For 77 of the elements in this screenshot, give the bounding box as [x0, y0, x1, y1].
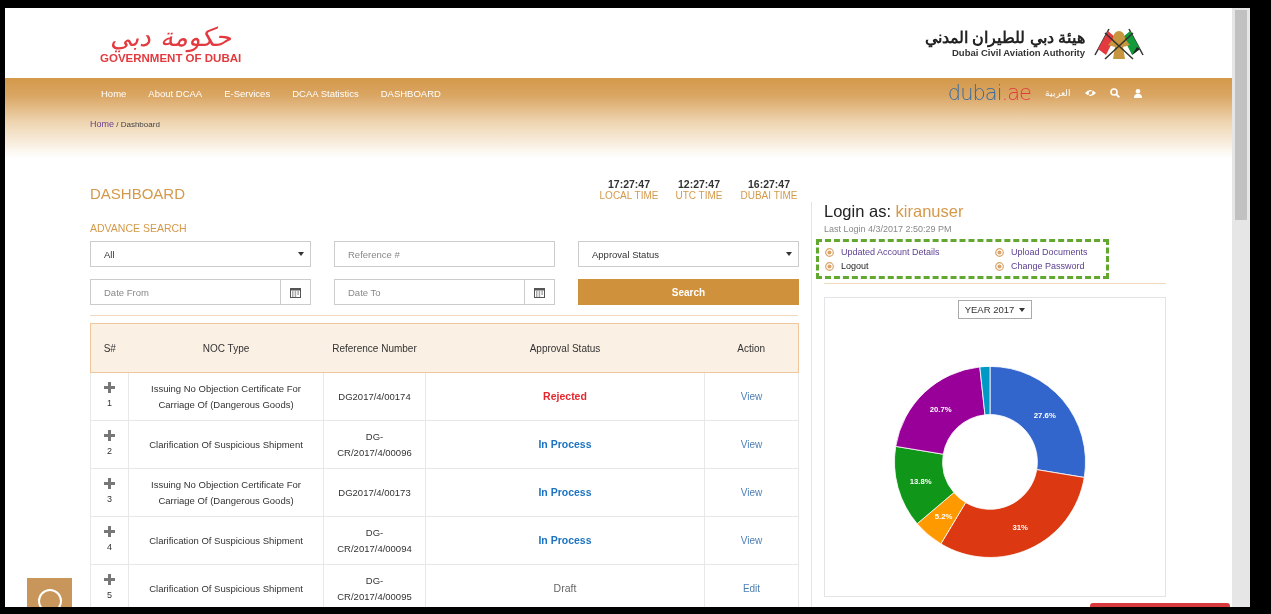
clock-time: 16:27:47: [748, 178, 790, 190]
chat-button[interactable]: [27, 578, 72, 607]
column-header: Action: [704, 323, 799, 373]
action-link[interactable]: View: [740, 486, 763, 498]
date-from-field[interactable]: Date From: [90, 279, 281, 305]
authority-name: Dubai Civil Aviation Authority: [952, 47, 1085, 58]
logo-text: GOVERNMENT OF DUBAI: [100, 52, 242, 64]
expand-icon[interactable]: [104, 430, 115, 441]
expand-icon[interactable]: [104, 574, 115, 585]
status-text: In Process: [538, 534, 592, 546]
expand-icon[interactable]: [104, 478, 115, 489]
action-link[interactable]: View: [740, 534, 763, 546]
approval-status-select[interactable]: Approval Status: [578, 241, 799, 267]
reference-field[interactable]: Reference #: [334, 241, 555, 267]
caret-icon: [786, 252, 792, 256]
action-link[interactable]: View: [740, 438, 763, 450]
table-cell: Clarification Of Suspicious Shipment: [128, 420, 324, 469]
chat-icon[interactable]: [36, 588, 63, 607]
clock-label: UTC TIME: [675, 190, 723, 201]
breadcrumb-link[interactable]: Home: [90, 119, 114, 129]
status-text: Rejected: [543, 390, 587, 402]
eye-icon[interactable]: [1085, 89, 1096, 97]
bullet-icon: [825, 247, 834, 257]
bullet-icon: [825, 261, 834, 271]
row-number: 2: [107, 445, 112, 458]
column-header: Reference Number: [323, 323, 426, 373]
table-cell: Clarification Of Suspicious Shipment: [128, 516, 324, 565]
status-text: In Process: [538, 438, 592, 450]
action-link[interactable]: View: [740, 390, 763, 402]
search-button[interactable]: Search: [578, 279, 799, 305]
user-icon[interactable]: [1134, 88, 1142, 98]
column-header: S#: [90, 323, 129, 373]
search-icon[interactable]: [1110, 88, 1120, 98]
clock-label: LOCAL TIME: [599, 190, 659, 201]
status-text: In Process: [538, 486, 592, 498]
bullet-icon: [995, 261, 1004, 271]
scrollbar-thumb[interactable]: [1235, 10, 1247, 220]
authority-arabic-name: هيئة دبي للطيران المدني: [924, 28, 1085, 47]
bullet-icon: [995, 247, 1004, 257]
account-link[interactable]: Change Password: [995, 261, 1105, 271]
row-number: 4: [107, 541, 112, 554]
caret-icon: [298, 252, 304, 256]
date-to-field[interactable]: Date To: [334, 279, 525, 305]
table-cell: DG-CR/2017/4/00096: [323, 420, 426, 469]
logo-arabic-text: حكومة دبي: [110, 22, 231, 52]
page-title: DASHBOARD: [90, 185, 186, 202]
table-cell: DG2017/4/00173: [323, 468, 426, 517]
column-header: NOC Type: [128, 323, 324, 373]
last-login-text: Last Login 4/3/2017 2:50:29 PM: [824, 224, 953, 234]
action-link[interactable]: Edit: [742, 582, 761, 594]
breadcrumb-current: / Dashboard: [116, 120, 160, 129]
login-label: Login as:: [824, 202, 891, 220]
account-link[interactable]: Upload Documents: [995, 247, 1105, 257]
table-cell: Issuing No Objection Certificate For Carriage Of (Dangerous Goods): [128, 468, 324, 517]
username: kiranuser: [895, 202, 964, 220]
expand-icon[interactable]: [104, 526, 115, 537]
table-cell: Issuing No Objection Certificate For Carriage Of (Dangerous Goods): [128, 372, 324, 421]
table-cell: DG2017/4/00174: [323, 372, 426, 421]
row-number: 3: [107, 493, 112, 506]
expand-icon[interactable]: [104, 382, 115, 393]
clock-time: 12:27:47: [678, 178, 720, 190]
calendar-icon[interactable]: [290, 286, 301, 298]
section-title: ADVANCE SEARCH: [90, 222, 188, 234]
status-text: Draft: [553, 582, 577, 594]
account-link[interactable]: Logout: [825, 261, 995, 271]
portal-logo[interactable]: dubai.ae: [947, 83, 1031, 103]
clock-time: 17:27:47: [608, 178, 650, 190]
row-number: 5: [107, 589, 112, 602]
caret-icon: [1019, 307, 1026, 312]
account-link[interactable]: Updated Account Details: [825, 247, 995, 257]
clock-label: DUBAI TIME: [740, 190, 798, 201]
noc-type-select[interactable]: All: [90, 241, 311, 267]
column-header: Approval Status: [425, 323, 705, 373]
year-select[interactable]: YEAR 2017: [957, 300, 1033, 320]
calendar-icon[interactable]: [534, 286, 545, 298]
table-cell: DG-CR/2017/4/00094: [323, 516, 426, 565]
row-number: 1: [107, 397, 112, 410]
